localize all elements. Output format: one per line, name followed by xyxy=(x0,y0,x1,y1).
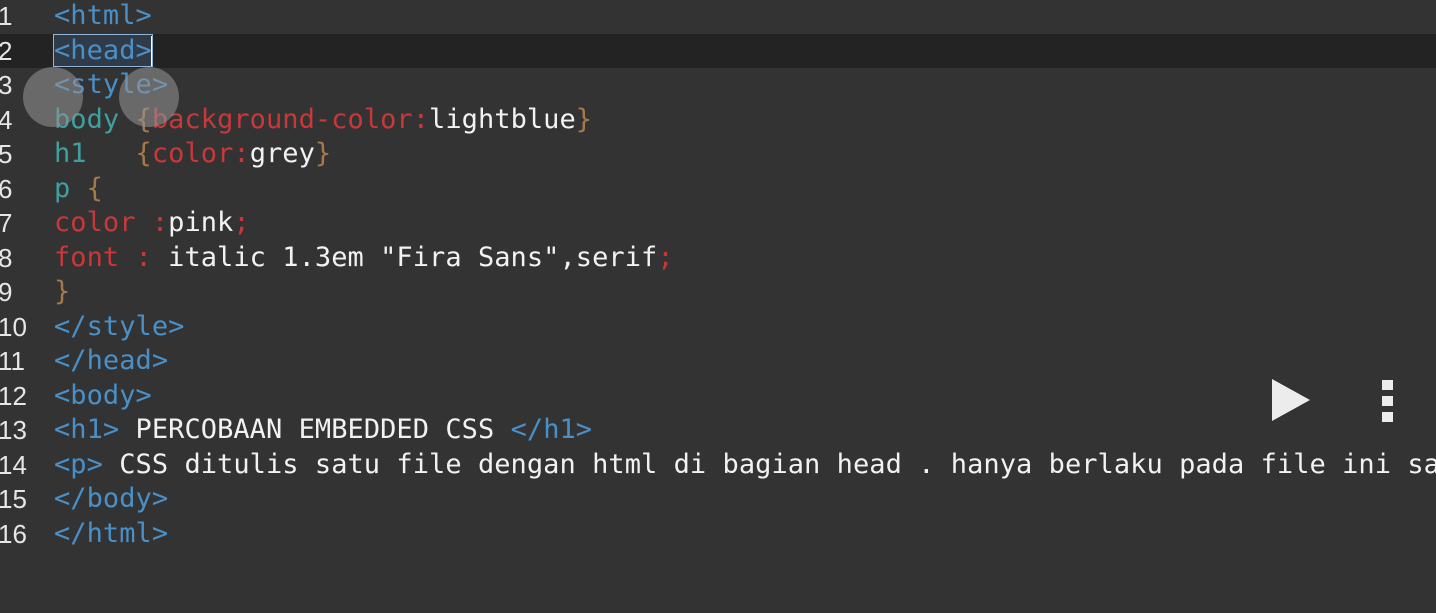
code-token: <body> xyxy=(54,379,152,411)
play-icon xyxy=(1272,379,1310,421)
code-token: grey xyxy=(249,138,315,169)
line-number: 11 xyxy=(0,346,25,376)
line-number: 15 xyxy=(0,484,27,514)
code-token: <head> xyxy=(53,33,153,67)
line-number: 10 xyxy=(0,311,27,342)
code-text[interactable]: } xyxy=(54,275,70,310)
code-line[interactable]: 16 </html> xyxy=(0,517,1436,552)
code-line[interactable]: 10 </style> xyxy=(0,310,1436,345)
code-token: </html> xyxy=(54,517,169,549)
code-token: color: xyxy=(151,138,250,169)
line-number: 13 xyxy=(0,415,27,445)
code-text[interactable]: </body> xyxy=(54,482,168,517)
line-number: 1 xyxy=(0,1,13,31)
code-token: background-color: xyxy=(151,103,430,135)
code-text[interactable]: <body> xyxy=(54,379,152,414)
line-number: 16 xyxy=(0,518,27,549)
overflow-menu-button[interactable] xyxy=(1366,376,1410,424)
code-line[interactable]: 13 <h1> PERCOBAAN EMBEDDED CSS </h1> xyxy=(0,413,1436,448)
code-line[interactable]: 12 <body> xyxy=(0,379,1436,414)
line-number: 2 xyxy=(0,35,13,66)
code-text[interactable]: </style> xyxy=(54,310,184,345)
run-button[interactable] xyxy=(1268,378,1314,424)
code-token: ; xyxy=(233,207,250,238)
code-text[interactable]: <html> xyxy=(54,0,152,34)
code-text[interactable]: h1 {color:grey} xyxy=(54,137,331,172)
code-token: lightblue xyxy=(429,103,576,135)
code-editor[interactable]: 1 <html> 2 <head>3<style>4body {background-… xyxy=(0,0,1436,613)
code-token: pink xyxy=(168,207,234,238)
code-text[interactable]: font : italic 1.3em "Fira Sans",serif; xyxy=(54,241,674,276)
code-text[interactable]: </head> xyxy=(54,344,168,379)
code-line[interactable]: 4body {background-color:lightblue} xyxy=(0,103,1436,138)
code-token: </head> xyxy=(54,345,169,376)
code-token: h1 xyxy=(54,138,136,169)
more-vertical-icon xyxy=(1382,380,1393,422)
code-token: } xyxy=(54,276,71,307)
code-text[interactable]: color :pink; xyxy=(54,206,250,241)
selection-start-handle[interactable] xyxy=(23,67,83,127)
code-token: color : xyxy=(54,207,169,238)
text-cursor xyxy=(150,36,153,66)
code-line[interactable]: 2 <head> xyxy=(0,33,1436,69)
code-line[interactable]: 7 color :pink; xyxy=(0,206,1436,241)
code-token: font : xyxy=(54,241,169,273)
code-token: <h1> xyxy=(54,414,120,445)
line-number: 14 xyxy=(0,449,27,480)
code-token: italic 1.3em "Fira Sans",serif xyxy=(168,241,658,273)
code-token: } xyxy=(575,103,593,135)
code-token: </body> xyxy=(54,483,169,514)
code-line[interactable]: 6 p { xyxy=(0,172,1436,207)
code-line[interactable]: 5 h1 {color:grey} xyxy=(0,137,1436,172)
code-line[interactable]: 11 </head> xyxy=(0,344,1436,379)
code-token: PERCOBAAN EMBEDDED CSS xyxy=(119,414,511,445)
code-token: } xyxy=(314,138,332,169)
line-number: 7 xyxy=(0,208,13,238)
code-line[interactable]: 8 font : italic 1.3em "Fira Sans",serif; xyxy=(0,241,1436,276)
code-line[interactable]: 3 <style> xyxy=(0,68,1436,103)
code-token: <html> xyxy=(54,0,152,31)
code-token: <p> xyxy=(54,448,103,480)
code-token: CSS ditulis satu file dengan html di bag… xyxy=(102,448,1436,480)
code-text[interactable]: <head> xyxy=(53,33,153,69)
line-number: 8 xyxy=(0,242,13,273)
line-number: 6 xyxy=(0,173,13,204)
code-token: { xyxy=(86,172,103,204)
code-line[interactable]: 14 <p> CSS ditulis satu file dengan html … xyxy=(0,448,1436,483)
line-number: 12 xyxy=(0,380,27,411)
code-token: </h1> xyxy=(510,414,593,445)
code-token: { xyxy=(135,138,152,169)
code-token: p xyxy=(54,172,87,204)
code-token: </style> xyxy=(54,310,185,342)
code-line[interactable]: 15 </body> xyxy=(0,482,1436,517)
code-line[interactable]: 1 <html> xyxy=(0,0,1436,34)
code-text[interactable]: <h1> PERCOBAAN EMBEDDED CSS </h1> xyxy=(54,413,592,448)
code-text[interactable]: <p> CSS ditulis satu file dengan html di… xyxy=(54,448,1436,483)
code-text[interactable]: p { xyxy=(54,172,103,207)
selection-end-handle[interactable] xyxy=(119,67,179,127)
line-number: 5 xyxy=(0,139,13,169)
code-token: ; xyxy=(657,241,674,273)
line-number: 9 xyxy=(0,277,13,307)
code-line[interactable]: 9} xyxy=(0,275,1436,310)
code-text[interactable]: </html> xyxy=(54,517,168,552)
